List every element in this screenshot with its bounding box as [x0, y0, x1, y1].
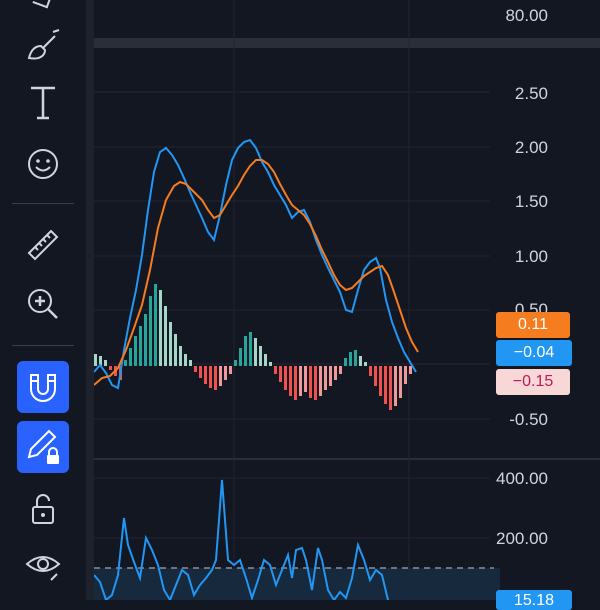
- histogram-bar: [384, 366, 387, 404]
- histogram-bar: [249, 332, 252, 366]
- magnet-icon: [30, 374, 56, 402]
- visibility-button[interactable]: [17, 540, 69, 592]
- axis-label-price: 80.00: [505, 6, 548, 25]
- histogram-bar: [229, 366, 232, 374]
- histogram-bar: [109, 366, 112, 370]
- pane-separator-top[interactable]: [94, 38, 600, 48]
- ruler-icon: [27, 229, 59, 261]
- volume-area: [94, 568, 500, 600]
- histogram-bar: [274, 366, 277, 374]
- lock-drawings-button[interactable]: [17, 421, 69, 473]
- histogram-bar: [319, 366, 322, 396]
- histogram-bar: [144, 314, 147, 366]
- histogram-bar: [354, 350, 357, 366]
- axis-label-macd: 1.50: [514, 192, 548, 211]
- histogram-bar: [169, 322, 172, 366]
- histogram-bar: [394, 366, 397, 406]
- histogram-bar: [139, 326, 142, 366]
- histogram-bar: [314, 366, 317, 400]
- histogram-bar: [154, 284, 157, 366]
- histogram-bar: [224, 366, 227, 380]
- histogram-bar: [399, 366, 402, 398]
- histogram-bar: [214, 366, 217, 390]
- histogram-bar: [264, 354, 267, 366]
- histogram-bar: [159, 290, 162, 366]
- eye-icon: [25, 556, 61, 581]
- unlock-button[interactable]: [17, 483, 69, 535]
- histogram-bar: [334, 366, 337, 380]
- histogram-bar: [284, 366, 287, 390]
- axis-label-macd: -0.50: [509, 410, 548, 429]
- macd-value-badge: −0.04: [496, 340, 572, 366]
- histogram-bar: [234, 360, 237, 366]
- histogram-bar: [124, 360, 127, 366]
- grid: [94, 0, 490, 600]
- histogram-bar: [149, 296, 152, 366]
- histogram-bar: [409, 366, 412, 374]
- axis-label-volume: 400.00: [496, 469, 548, 488]
- histogram-bar: [369, 366, 372, 376]
- histogram-bar: [219, 366, 222, 386]
- brush-tool-button[interactable]: [17, 20, 69, 72]
- histogram-bar: [199, 366, 202, 378]
- volume-value-badge: 15.18: [496, 590, 572, 610]
- chart-area[interactable]: 80.00 2.50 2.00 1.50 1.00 0.50 -0.50 400…: [94, 0, 600, 610]
- histogram-bar: [134, 336, 137, 366]
- pencil-lock-icon: [27, 429, 59, 464]
- axis-label-macd: 1.00: [514, 247, 548, 266]
- histogram-bar: [179, 346, 182, 366]
- histogram-bar: [164, 306, 167, 366]
- cursor-icon[interactable]: [32, 0, 52, 9]
- histogram-bar: [209, 366, 212, 388]
- brush-icon: [27, 29, 60, 60]
- text-icon: [31, 86, 55, 120]
- histogram-bar: [244, 336, 247, 366]
- text-tool-button[interactable]: [17, 76, 69, 128]
- histogram-bar: [349, 352, 352, 366]
- axis-label-macd: 2.00: [514, 138, 548, 157]
- histogram-bar: [204, 366, 207, 384]
- histogram-bar: [269, 362, 272, 366]
- histogram-bar: [104, 360, 107, 366]
- histogram-bar: [374, 366, 377, 386]
- histogram-bar: [279, 366, 282, 382]
- drawing-toolbar: [0, 0, 86, 600]
- histogram-bar: [174, 334, 177, 366]
- signal-value-badge: 0.11: [496, 312, 570, 338]
- unlock-icon: [32, 494, 54, 524]
- histogram-bar: [189, 360, 192, 366]
- histogram-value-badge: −0.15: [496, 369, 570, 395]
- histogram-bar: [129, 348, 132, 366]
- toolbar-separator: [86, 0, 94, 600]
- histogram-bar: [339, 366, 342, 374]
- histogram-bar: [194, 366, 197, 372]
- axis-label-volume: 200.00: [496, 529, 548, 548]
- measure-tool-button[interactable]: [17, 219, 69, 271]
- pane-separator-bottom[interactable]: [94, 458, 600, 460]
- histogram-bar: [254, 338, 257, 366]
- histogram-bar: [344, 358, 347, 366]
- histogram-bar: [324, 366, 327, 390]
- histogram-bar: [329, 366, 332, 386]
- histogram-bar: [404, 366, 407, 384]
- histogram-bar: [294, 366, 297, 400]
- emoji-tool-button[interactable]: [17, 138, 69, 190]
- histogram-bar: [184, 354, 187, 366]
- emoji-icon: [28, 149, 58, 179]
- axis-label-macd: 2.50: [514, 84, 548, 103]
- histogram-bar: [364, 362, 367, 366]
- histogram-bar: [379, 366, 382, 396]
- magnet-mode-button[interactable]: [17, 361, 69, 413]
- histogram-bar: [94, 354, 97, 366]
- histogram-bar: [259, 346, 262, 366]
- histogram-bar: [359, 356, 362, 366]
- zoom-in-icon: [28, 289, 58, 319]
- histogram-bar: [239, 348, 242, 366]
- histogram-bar: [289, 366, 292, 396]
- zoom-tool-button[interactable]: [17, 278, 69, 330]
- histogram-bar: [299, 366, 302, 396]
- histogram-bar: [309, 366, 312, 398]
- histogram-bar: [304, 366, 307, 392]
- histogram-bar: [389, 366, 392, 410]
